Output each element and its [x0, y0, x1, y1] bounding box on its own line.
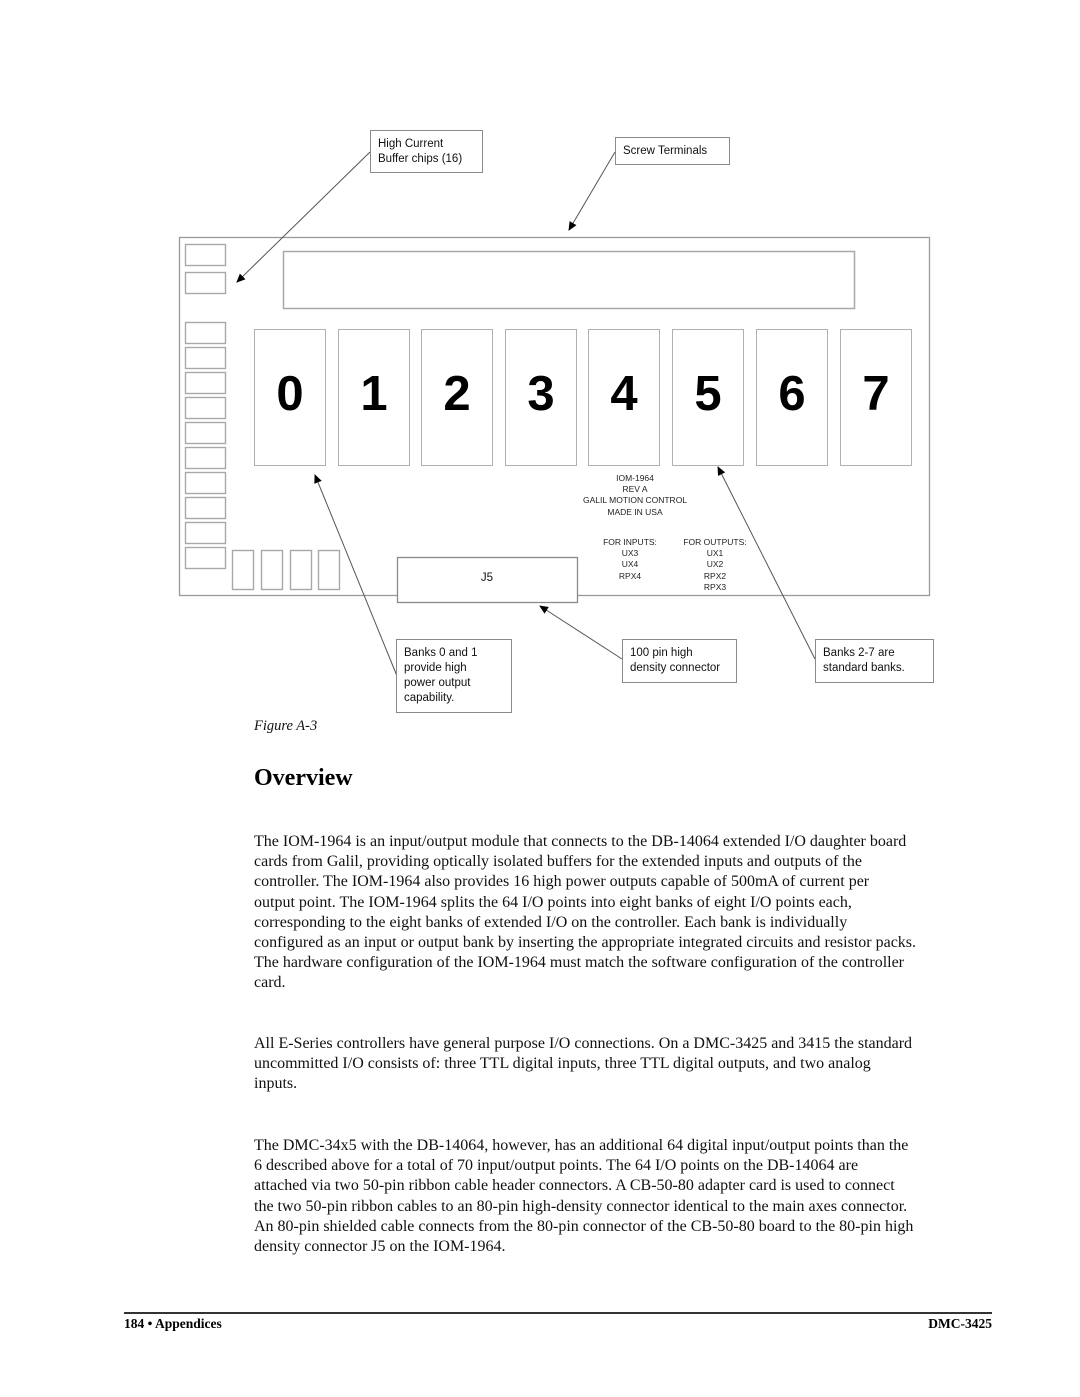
callout-line: power output: [404, 677, 471, 689]
board-label-line: REV A: [622, 484, 648, 495]
figure-caption: Figure A-3: [254, 718, 318, 734]
callout-line: Banks 0 and 1: [404, 647, 478, 659]
footer-product: DMC-3425: [928, 1316, 992, 1331]
section-heading: Overview: [254, 765, 353, 791]
board-label-line: MADE IN USA: [607, 506, 663, 517]
output-item: UX1: [706, 548, 724, 559]
callout-line: standard banks.: [823, 662, 905, 674]
component: [231, 549, 255, 591]
bank-3: 3: [505, 329, 577, 466]
j5-label: J5: [480, 572, 494, 584]
bank-1: 1: [338, 329, 410, 466]
footer-rule: [124, 1312, 992, 1314]
paragraph: The IOM-1964 is an input/output module t…: [254, 832, 994, 994]
callout-buffer-chips: High Current Buffer chips (16): [370, 130, 483, 173]
outputs-list: FOR OUTPUTS: UX1 UX2 RPX2 RPX3: [672, 537, 758, 593]
paragraph: All E-Series controllers have general pu…: [254, 1034, 994, 1095]
callout-line: Screw Terminals: [623, 145, 708, 157]
callout-screw-terminals: Screw Terminals: [615, 137, 730, 165]
buffer-chip: [184, 446, 227, 470]
text-line: The IOM-1964 is an input/output module t…: [254, 833, 907, 850]
inputs-list: FOR INPUTS: UX3 UX4 RPX4: [590, 537, 670, 582]
text-line: output point. The IOM-1964 splits the 64…: [254, 893, 852, 911]
text-line: The hardware configuration of the IOM-19…: [254, 954, 905, 972]
text-line: card.: [254, 974, 286, 992]
leader-screw-terminals: [568, 151, 616, 231]
bank-2: 2: [421, 329, 493, 466]
text-line: cards from Galil, providing optically is…: [254, 853, 863, 871]
component: [289, 549, 313, 591]
buffer-chip: [184, 421, 227, 445]
text-line: 6 described above for a total of 70 inpu…: [254, 1157, 859, 1175]
bank-0: 0: [254, 329, 326, 466]
component: [260, 549, 284, 591]
text-line: An 80-pin shielded cable connects from t…: [254, 1217, 914, 1235]
buffer-chip: [184, 243, 227, 267]
callout-banks-2-7: Banks 2-7 are standard banks.: [815, 639, 934, 683]
callout-line: High Current: [378, 138, 444, 150]
callout-connector: 100 pin high density connector: [622, 639, 737, 683]
paragraph: The DMC-34x5 with the DB-14064, however,…: [254, 1136, 994, 1257]
text-line: corresponding to the eight banks of exte…: [254, 913, 848, 931]
output-item: RPX2: [703, 570, 727, 581]
board-label-line: IOM-1964: [616, 473, 654, 483]
callout-line: Banks 2-7 are: [823, 647, 895, 659]
text-line: The DMC-34x5 with the DB-14064, however,…: [254, 1137, 909, 1154]
callout-banks-0-1: Banks 0 and 1 provide high power output …: [396, 639, 512, 713]
outputs-title: FOR OUTPUTS:: [683, 537, 747, 547]
board-label-line: GALIL MOTION CONTROL: [582, 495, 688, 506]
input-item: UX3: [621, 548, 639, 559]
buffer-chip: [184, 396, 227, 420]
input-item: RPX4: [618, 570, 642, 581]
text-line: the two 50-pin ribbon cables to an 80-pi…: [254, 1197, 908, 1215]
text-line: attached via two 50-pin ribbon cable hea…: [254, 1177, 895, 1195]
text-line: controller. The IOM-1964 also provides 1…: [254, 873, 870, 891]
callout-line: Buffer chips (16): [378, 153, 463, 165]
buffer-chip: [184, 496, 227, 520]
bank-5: 5: [672, 329, 744, 466]
buffer-chip: [184, 371, 227, 395]
output-item: RPX3: [703, 581, 727, 592]
leader-connector: [539, 605, 623, 660]
text-line: inputs.: [254, 1075, 298, 1093]
buffer-chip: [184, 521, 227, 545]
callout-line: provide high: [404, 662, 467, 674]
buffer-chip: [184, 321, 227, 345]
callout-line: capability.: [404, 692, 455, 704]
text-line: uncommitted I/O consists of: three TTL d…: [254, 1055, 871, 1073]
buffer-chip: [184, 471, 227, 495]
input-item: UX4: [621, 559, 639, 570]
buffer-chip: [184, 346, 227, 370]
component: [317, 549, 341, 591]
text-line: configured as an input or output bank by…: [254, 934, 917, 952]
bank-4: 4: [588, 329, 660, 466]
callout-line: 100 pin high: [630, 647, 693, 659]
board-label: IOM-1964 REV A GALIL MOTION CONTROL MADE…: [560, 473, 710, 518]
bank-7: 7: [840, 329, 912, 466]
inputs-title: FOR INPUTS:: [603, 537, 657, 547]
footer-page-section: 184 • Appendices: [124, 1316, 222, 1331]
text-line: All E-Series controllers have general pu…: [254, 1035, 913, 1052]
screw-terminal-strip: [282, 250, 856, 310]
callout-line: density connector: [630, 662, 721, 674]
output-item: UX2: [706, 559, 724, 570]
buffer-chip: [184, 271, 227, 295]
text-line: density connector J5 on the IOM-1964.: [254, 1238, 506, 1256]
bank-6: 6: [756, 329, 828, 466]
buffer-chip: [184, 546, 227, 570]
